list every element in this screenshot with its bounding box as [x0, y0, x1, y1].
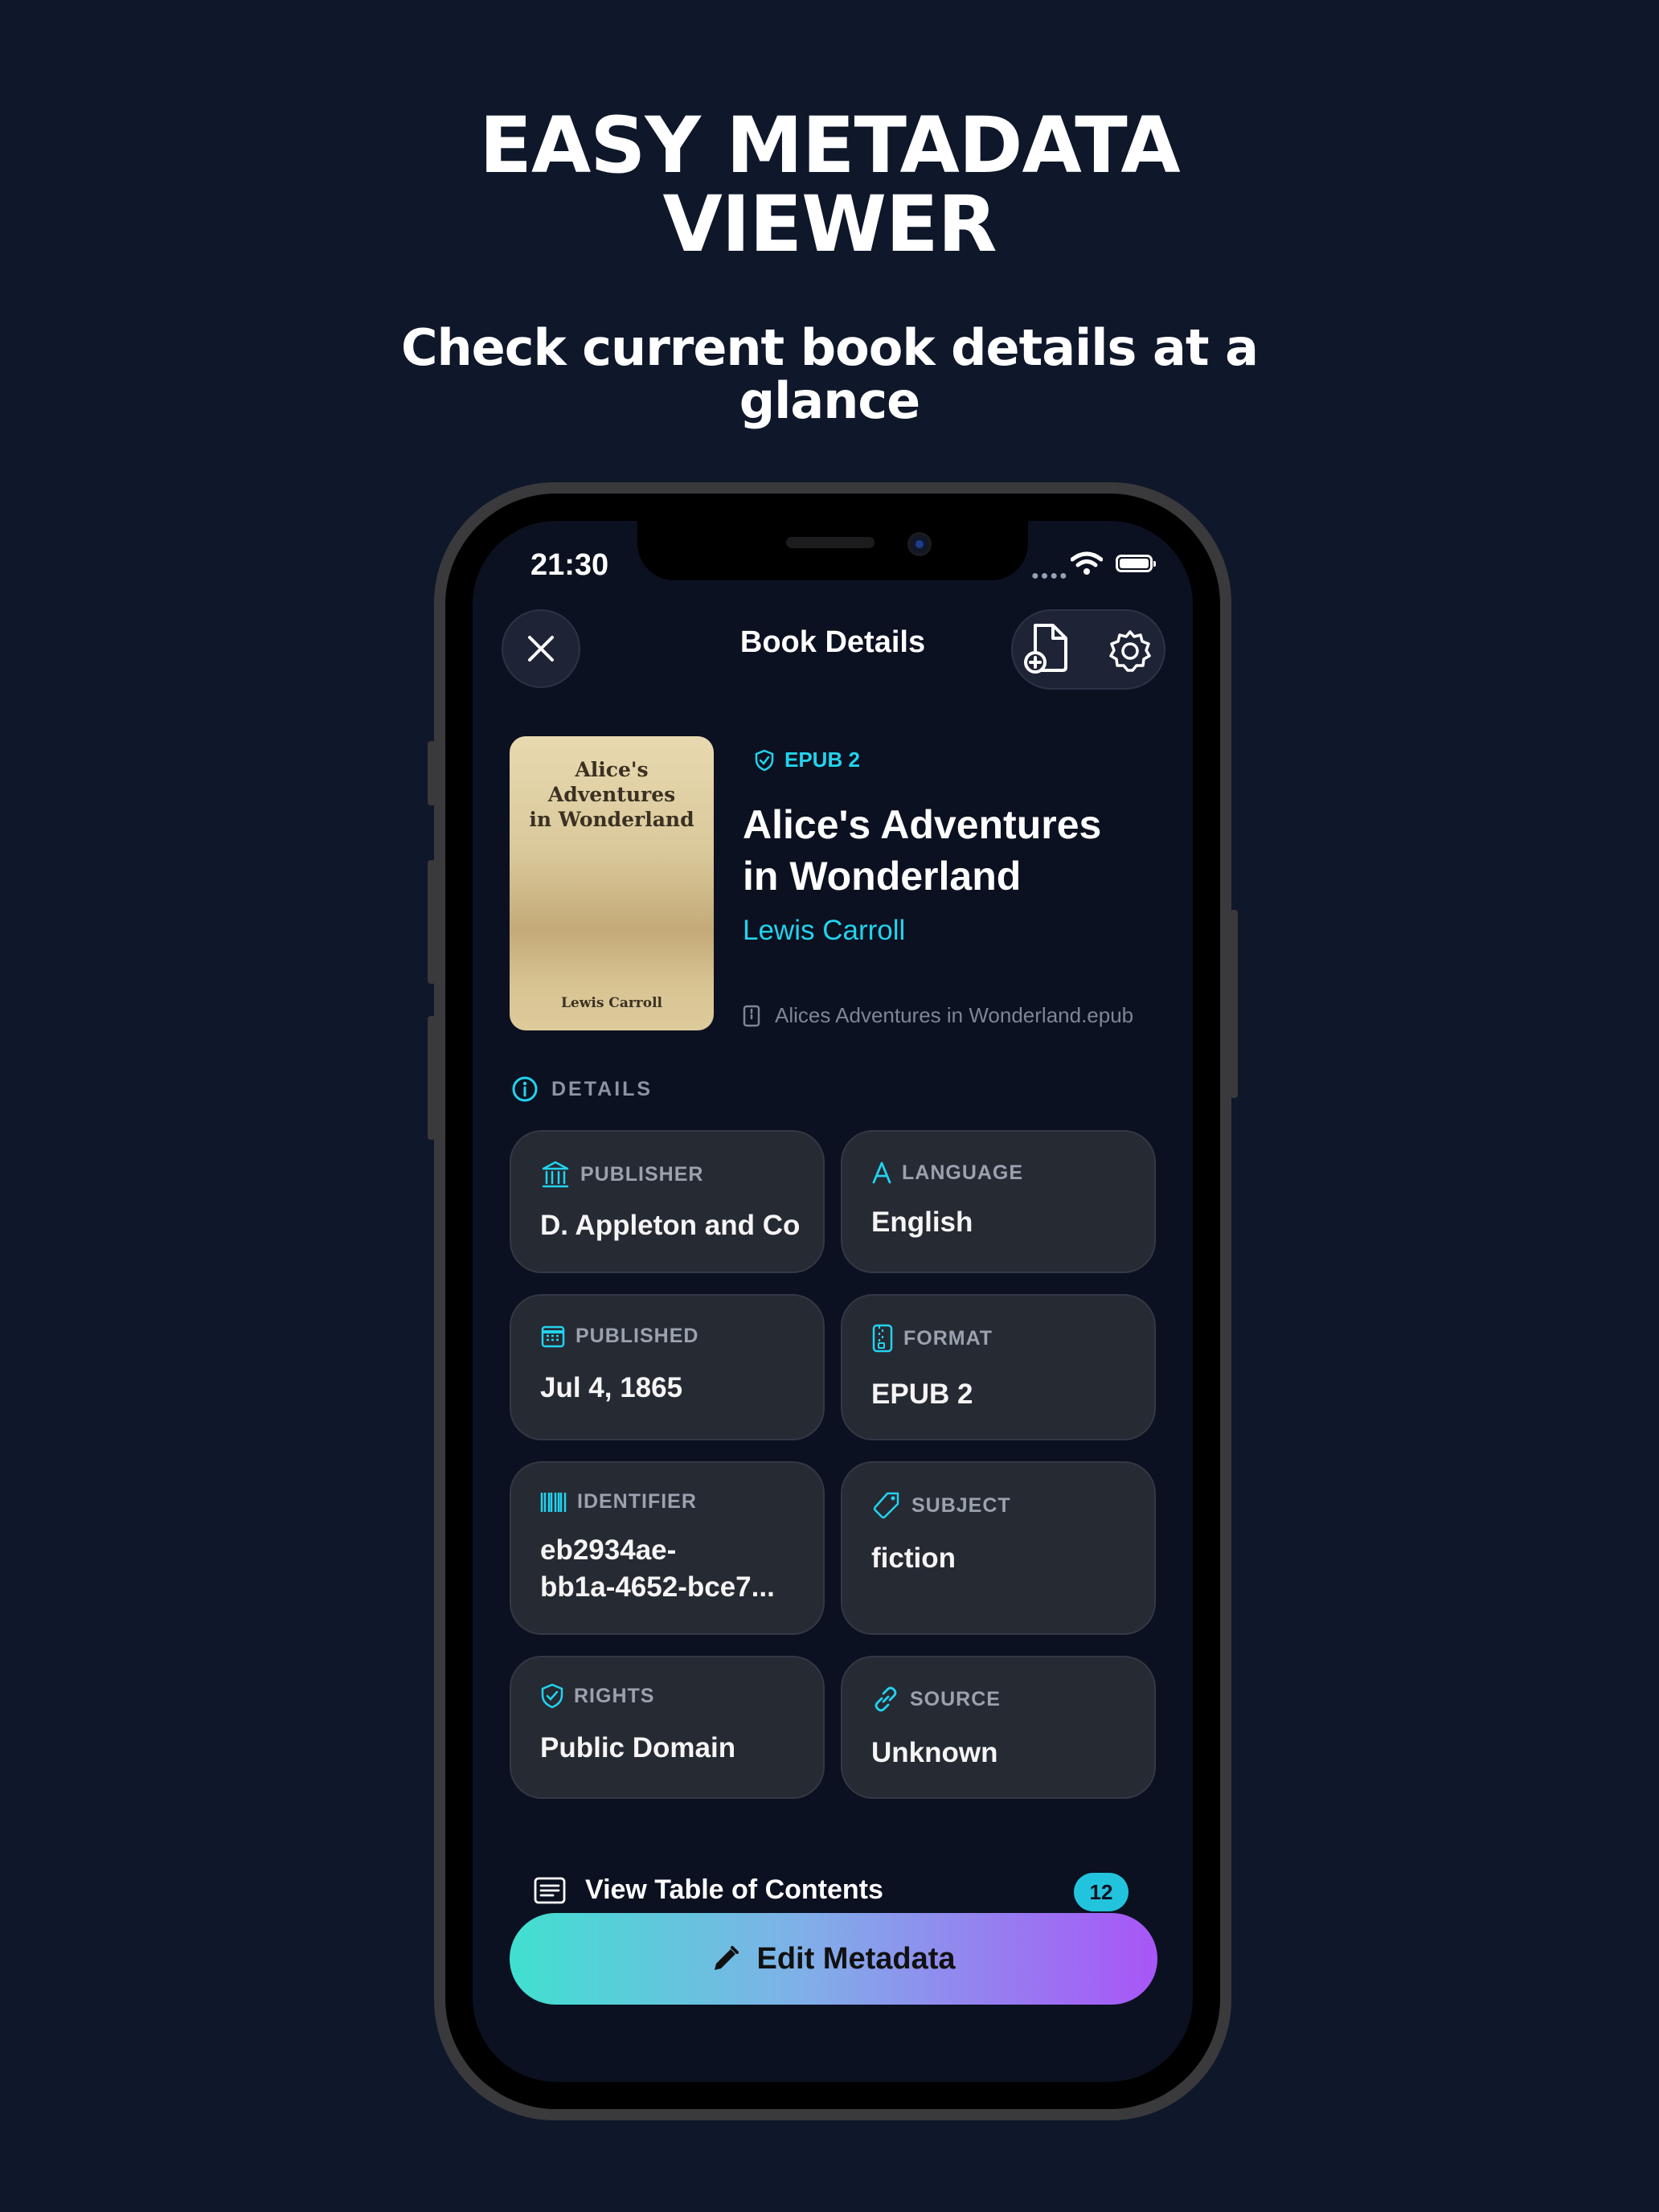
card-header: FORMAT: [871, 1323, 993, 1354]
card-label: PUBLISHER: [580, 1162, 704, 1186]
card-header: PUBLISHER: [540, 1159, 703, 1190]
card-header: SOURCE: [871, 1685, 1001, 1714]
subheadline-line-1: Check current book details at a: [401, 318, 1259, 377]
card-value: eb2934ae- bb1a-4652-bce7...: [540, 1532, 804, 1606]
detail-card-format: FORMAT EPUB 2: [841, 1294, 1156, 1440]
detail-card-rights: RIGHTS Public Domain: [510, 1656, 825, 1799]
headline-line-2: VIEWER: [662, 179, 997, 269]
barcode-icon: [540, 1492, 567, 1512]
close-icon: [528, 636, 554, 662]
bank-icon: [542, 1161, 569, 1188]
detail-card-subject: SUBJECT fiction: [841, 1461, 1156, 1635]
settings-button[interactable]: [1108, 629, 1153, 674]
card-value: fiction: [871, 1542, 956, 1574]
detail-card-published: PUBLISHED Jul 4, 1865: [510, 1294, 825, 1440]
app-screen: 21:30 ●●●● Book Details Alice's Adventur…: [473, 521, 1193, 2082]
card-label: LANGUAGE: [902, 1161, 1024, 1184]
details-section-header: DETAILS: [511, 1075, 653, 1103]
nav-actions: [1011, 609, 1165, 690]
edit-metadata-label: Edit Metadata: [756, 1941, 956, 1976]
book-title-line-1: Alice's Adventures: [743, 802, 1102, 847]
card-header: SUBJECT: [871, 1490, 1011, 1521]
card-value: Unknown: [871, 1737, 998, 1768]
volume-down-button: [428, 1016, 436, 1140]
card-value: EPUB 2: [871, 1378, 973, 1410]
link-icon: [875, 1686, 897, 1712]
page-title: Book Details: [739, 625, 926, 659]
cover-title-line-1: Alice's Adventures: [547, 758, 676, 806]
card-header: PUBLISHED: [540, 1323, 698, 1349]
format-badge: EPUB 2: [738, 748, 860, 772]
status-time: 21:30: [530, 548, 609, 582]
file-icon: [743, 1005, 760, 1026]
power-button: [1230, 910, 1238, 1098]
cover-author: Lewis Carroll: [560, 995, 663, 1011]
card-value: Public Domain: [540, 1732, 736, 1763]
close-button[interactable]: [502, 609, 580, 688]
mute-switch: [428, 741, 436, 805]
book-title-line-2: in Wonderland: [743, 854, 1022, 899]
subheadline-line-2: glance: [739, 371, 920, 430]
book-title: Alice's Adventures in Wonderland: [743, 799, 1161, 902]
book-author[interactable]: Lewis Carroll: [743, 915, 905, 947]
detail-card-language: LANGUAGE English: [841, 1130, 1156, 1273]
identifier-line-2: bb1a-4652-bce7...: [540, 1571, 775, 1603]
front-camera: [907, 532, 932, 556]
marketing-headline: EASY METADATA VIEWER: [0, 106, 1659, 264]
tag-icon: [873, 1492, 899, 1519]
card-label: FORMAT: [903, 1326, 993, 1350]
card-value: Jul 4, 1865: [540, 1372, 683, 1403]
zip-file-icon: [872, 1324, 893, 1353]
details-section-label: DETAILS: [551, 1077, 653, 1100]
notch: [637, 521, 1028, 580]
toc-label: View Table of Contents: [585, 1874, 883, 1905]
list-icon: [534, 1877, 566, 1903]
cover-title: Alice's Adventures in Wonderland: [518, 757, 706, 832]
card-value: D. Appleton and Co: [540, 1210, 801, 1241]
calendar-icon: [541, 1325, 565, 1348]
card-header: RIGHTS: [540, 1683, 654, 1709]
card-label: RIGHTS: [574, 1684, 655, 1707]
volume-up-button: [428, 860, 436, 984]
marketing-subheadline: Check current book details at a glance: [322, 322, 1337, 428]
signal-dots-icon: ●●●●: [1031, 569, 1069, 583]
card-label: SOURCE: [910, 1687, 1001, 1710]
card-header: LANGUAGE: [871, 1161, 1023, 1185]
speaker: [786, 537, 875, 548]
shield-check-icon: [541, 1683, 563, 1709]
view-toc-button[interactable]: View Table of Contents: [534, 1874, 883, 1906]
detail-card-publisher: PUBLISHER D. Appleton and Co: [510, 1130, 825, 1273]
edit-metadata-button[interactable]: Edit Metadata: [510, 1913, 1157, 2005]
filename-text: Alices Adventures in Wonderland.epub: [775, 1003, 1134, 1027]
headline-line-1: EASY METADATA: [479, 100, 1180, 190]
info-icon: [512, 1076, 538, 1102]
pencil-icon: [715, 1946, 739, 1970]
shield-check-icon: [755, 749, 774, 771]
battery-icon: [1116, 555, 1156, 572]
card-header: IDENTIFIER: [540, 1490, 697, 1514]
card-label: IDENTIFIER: [577, 1490, 697, 1513]
wifi-icon: [1071, 551, 1103, 575]
format-badge-label: EPUB 2: [784, 748, 860, 772]
add-file-button[interactable]: [1022, 622, 1071, 675]
card-value: English: [871, 1206, 973, 1238]
language-icon: [872, 1161, 891, 1184]
card-label: PUBLISHED: [576, 1324, 699, 1347]
book-filename: Alices Adventures in Wonderland.epub: [743, 1003, 1133, 1028]
detail-card-source: SOURCE Unknown: [841, 1656, 1156, 1799]
cover-title-line-2: in Wonderland: [529, 808, 694, 831]
toc-count-badge: 12: [1074, 1873, 1129, 1911]
card-label: SUBJECT: [911, 1493, 1011, 1517]
detail-card-identifier: IDENTIFIER eb2934ae- bb1a-4652-bce7...: [510, 1461, 825, 1635]
book-cover: Alice's Adventures in Wonderland Lewis C…: [510, 736, 714, 1030]
identifier-line-1: eb2934ae-: [540, 1534, 677, 1566]
